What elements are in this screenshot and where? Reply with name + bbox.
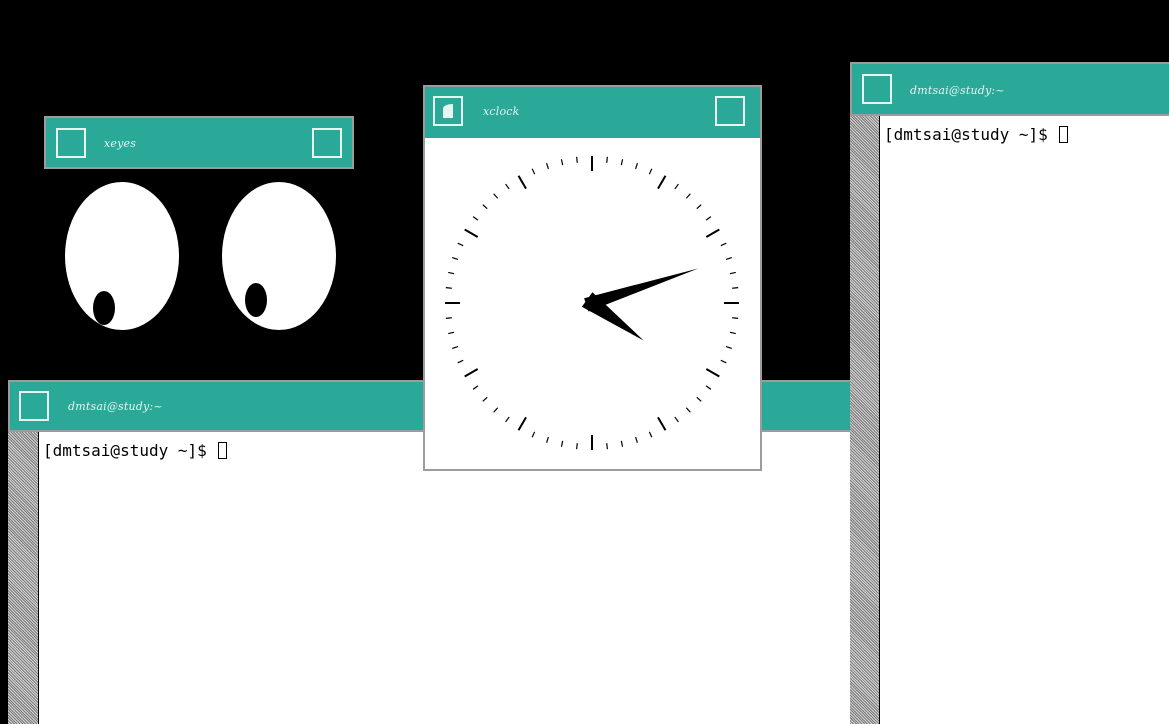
right-eye	[222, 182, 336, 330]
clock-minute-tick	[482, 396, 488, 402]
clock-minute-tick	[648, 168, 653, 175]
clock-minute-tick	[546, 436, 549, 443]
clock-minute-tick	[725, 257, 732, 260]
clock-face	[425, 138, 760, 469]
terminal-right-window[interactable]: dmtsai@study:~ [dmtsai@study ~]$	[850, 62, 1169, 724]
iconify-glyph	[443, 104, 453, 118]
clock-hour-tick	[464, 368, 479, 378]
clock-minute-tick	[505, 416, 510, 423]
clock-minute-tick	[448, 331, 455, 335]
maximize-icon[interactable]	[312, 128, 342, 158]
clock-minute-tick	[445, 317, 452, 319]
clock-hour-tick	[464, 228, 479, 238]
clock-minute-tick	[732, 317, 739, 319]
clock-minute-tick	[576, 443, 578, 450]
right-pupil	[245, 283, 267, 317]
clock-minute-tick	[452, 346, 459, 349]
terminal-bottom-title: dmtsai@study:~	[68, 400, 163, 413]
clock-hour-tick	[517, 416, 527, 431]
xeyes-eyes	[65, 182, 336, 330]
prompt-text: [dmtsai@study ~]$	[884, 125, 1058, 144]
clock-hour-tick	[705, 228, 720, 238]
clock-minute-tick	[696, 396, 702, 402]
clock-minute-tick	[685, 193, 691, 199]
terminal-right-scrollbar[interactable]	[850, 116, 880, 724]
clock-minute-tick	[720, 242, 727, 247]
clock-hour-tick	[657, 175, 667, 190]
clock-minute-tick	[457, 242, 464, 247]
clock-minute-tick	[472, 385, 479, 390]
clock-minute-tick	[493, 407, 499, 413]
xclock-window[interactable]: xclock	[423, 85, 762, 471]
maximize-icon[interactable]	[715, 96, 745, 126]
clock-minute-tick	[635, 163, 638, 170]
clock-minute-tick	[448, 271, 455, 275]
clock-minute-tick	[729, 331, 736, 335]
terminal-bottom-prompt: [dmtsai@study ~]$	[43, 441, 228, 461]
clock-minute-tick	[696, 204, 702, 210]
clock-minute-tick	[560, 159, 564, 166]
clock-minute-tick	[452, 257, 459, 260]
clock-minute-tick	[725, 346, 732, 349]
xeyes-window[interactable]: xeyes	[44, 116, 354, 376]
window-menu-icon[interactable]	[862, 74, 892, 104]
prompt-text: [dmtsai@study ~]$	[43, 441, 217, 460]
window-menu-icon[interactable]	[56, 128, 86, 158]
clock-minute-tick	[560, 440, 564, 447]
clock-minute-tick	[445, 287, 452, 289]
clock-minute-tick	[620, 440, 624, 447]
clock-minute-tick	[648, 431, 653, 438]
clock-minute-tick	[635, 436, 638, 443]
cursor	[1059, 126, 1069, 143]
clock-minute-tick	[729, 271, 736, 275]
clock-minute-tick	[674, 416, 679, 423]
clock-minute-tick	[705, 385, 712, 390]
terminal-bottom-scrollbar[interactable]	[8, 432, 39, 724]
clock-minute-tick	[620, 159, 624, 166]
clock-minute-tick	[472, 216, 479, 221]
clock-minute-tick	[732, 287, 739, 289]
clock-minute-tick	[720, 359, 727, 364]
clock-minute-tick	[546, 163, 549, 170]
terminal-right-prompt: [dmtsai@study ~]$	[884, 125, 1069, 145]
clock-minute-tick	[493, 193, 499, 199]
clock-minute-tick	[482, 204, 488, 210]
left-pupil	[93, 291, 115, 325]
xclock-title: xclock	[483, 105, 520, 118]
terminal-right-body[interactable]: [dmtsai@study ~]$	[880, 116, 1169, 724]
clock-minute-tick	[457, 359, 464, 364]
clock-minute-tick	[576, 156, 578, 163]
terminal-right-title: dmtsai@study:~	[910, 84, 1005, 97]
clock-minute-tick	[606, 443, 608, 450]
terminal-right-titlebar[interactable]: dmtsai@study:~	[850, 62, 1169, 116]
clock-minute-tick	[685, 407, 691, 413]
clock-minute-tick	[674, 183, 679, 190]
xeyes-title: xeyes	[104, 137, 137, 150]
cursor	[218, 442, 228, 459]
xclock-titlebar[interactable]: xclock	[425, 87, 760, 138]
clock-minute-tick	[531, 168, 536, 175]
clock-hour-tick	[517, 175, 527, 190]
clock-hour-tick	[705, 368, 720, 378]
xeyes-titlebar[interactable]: xeyes	[44, 116, 354, 169]
window-menu-icon[interactable]	[19, 391, 49, 421]
clock-minute-tick	[505, 183, 510, 190]
clock-minute-tick	[531, 431, 536, 438]
terminal-bottom-body[interactable]: [dmtsai@study ~]$	[39, 432, 851, 724]
iconify-icon[interactable]	[433, 96, 463, 126]
clock-minute-tick	[705, 216, 712, 221]
left-eye	[65, 182, 179, 330]
clock-minute-tick	[606, 156, 608, 163]
clock-hour-tick	[657, 416, 667, 431]
